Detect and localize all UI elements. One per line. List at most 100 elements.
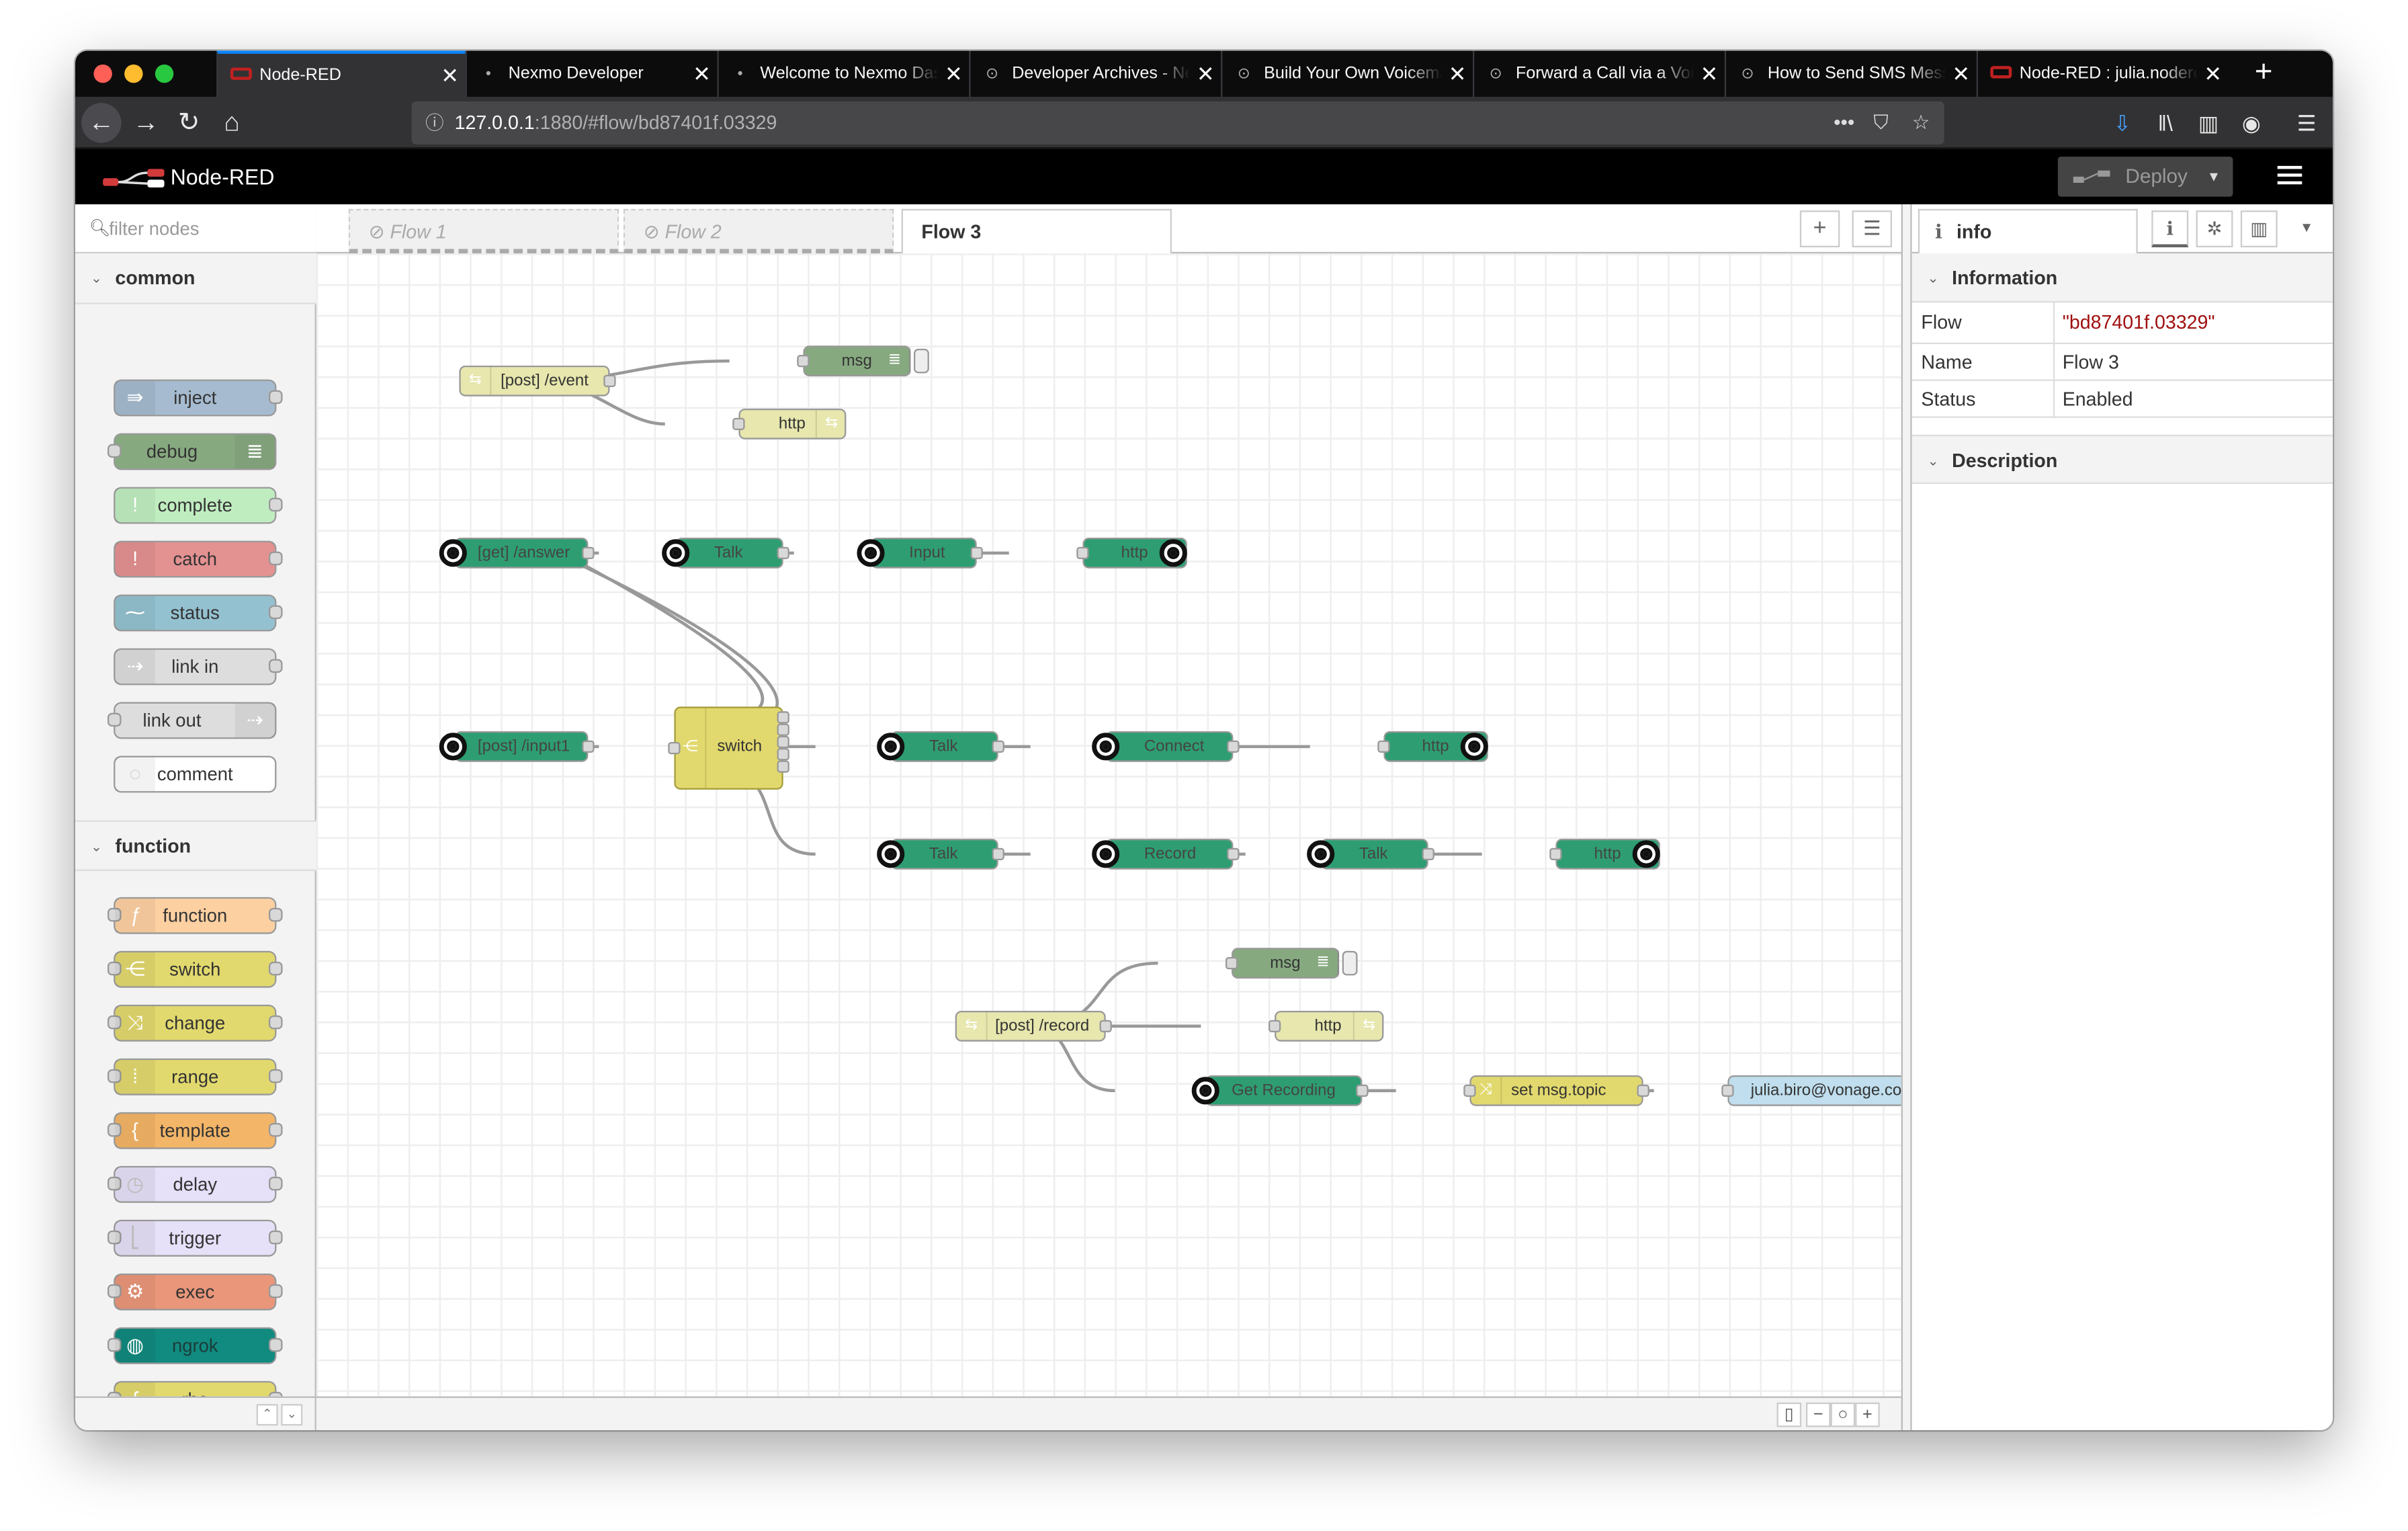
downloads-icon[interactable]: ⇩ bbox=[2106, 103, 2139, 142]
debug-bug-icon[interactable]: ✲ bbox=[2196, 210, 2233, 247]
close-window-button[interactable] bbox=[93, 64, 112, 83]
palette-node-ngrok[interactable]: ◍ ngrok bbox=[107, 1327, 283, 1364]
palette-node-debug[interactable]: debug ≣ bbox=[107, 433, 277, 470]
site-info-icon[interactable]: ⓘ bbox=[425, 101, 443, 144]
new-tab-button[interactable]: + bbox=[2241, 50, 2287, 97]
hamburger-menu-icon[interactable]: ☰ bbox=[2290, 103, 2323, 142]
deploy-button[interactable]: Deploy ▼ bbox=[2057, 157, 2233, 197]
browser-tab-node-red-julia[interactable]: Node-RED : julia.nodered ✕ bbox=[1976, 50, 2229, 97]
node-talk-1[interactable]: Talk bbox=[669, 537, 789, 569]
main-menu-icon[interactable] bbox=[2274, 161, 2305, 192]
shuffle-icon: ⤨ bbox=[115, 1006, 155, 1040]
browser-tab-developer-archives[interactable]: ⊙ Developer Archives - Nexmo ✕ bbox=[969, 50, 1221, 97]
node-talk-3[interactable]: Talk bbox=[884, 838, 1004, 870]
node-http-response-1[interactable]: http ⇆ bbox=[732, 408, 847, 440]
pocket-icon[interactable]: ⛉ bbox=[1874, 101, 1889, 144]
bookmark-star-icon[interactable]: ☆ bbox=[1912, 101, 1930, 144]
palette-node-link-out[interactable]: link out ⇢ bbox=[107, 702, 277, 739]
node-msg-debug-2[interactable]: msg ≣ bbox=[1225, 948, 1340, 979]
deploy-dropdown-icon[interactable]: ▼ bbox=[2207, 157, 2221, 196]
info-tab-button[interactable]: ℹ bbox=[2151, 210, 2189, 247]
palette-node-inject[interactable]: ⇛ inject bbox=[114, 379, 283, 417]
close-tab-icon[interactable]: ✕ bbox=[939, 60, 970, 87]
palette-node-change[interactable]: ⤨ change bbox=[107, 1004, 283, 1042]
node-post-input1[interactable]: [post] /input1 bbox=[454, 731, 595, 762]
node-get-recording[interactable]: Get Recording bbox=[1199, 1075, 1369, 1106]
palette-node-range[interactable]: ⁞ range bbox=[107, 1058, 283, 1095]
node-input[interactable]: Input bbox=[864, 537, 983, 569]
back-button[interactable]: ← bbox=[81, 103, 122, 143]
palette-category-function[interactable]: ⌄ function bbox=[75, 820, 316, 871]
tab-flow-2[interactable]: ⊘ Flow 2 bbox=[623, 208, 894, 254]
node-msg-debug-1[interactable]: msg ≣ bbox=[797, 345, 911, 376]
browser-tab-welcome-nexmo[interactable]: • Welcome to Nexmo Dashboard ✕ bbox=[717, 50, 969, 97]
filter-nodes-input[interactable]: 🔍︎ filter nodes bbox=[75, 204, 316, 254]
browser-tab-send-sms[interactable]: ⊙ How to Send SMS Messages ✕ bbox=[1724, 50, 1977, 97]
page-actions-icon[interactable]: ••• bbox=[1834, 101, 1854, 144]
palette-node-link-in[interactable]: ⇢ link in bbox=[114, 648, 283, 686]
zoom-out-button[interactable]: − bbox=[1805, 1402, 1831, 1427]
sidebar-toggle-icon[interactable]: ▥ bbox=[2192, 103, 2225, 142]
node-email[interactable]: julia.biro@vonage.com ✉ bbox=[1721, 1075, 1901, 1106]
close-tab-icon[interactable]: ✕ bbox=[1442, 60, 1473, 87]
zoom-in-button[interactable]: + bbox=[1855, 1402, 1880, 1427]
palette-node-catch[interactable]: ! catch bbox=[114, 540, 283, 578]
expand-all-button[interactable]: ⌄ bbox=[281, 1404, 303, 1426]
navigator-map-icon[interactable]: ▯ bbox=[1776, 1402, 1802, 1427]
palette-node-delay[interactable]: ◷ delay bbox=[107, 1165, 283, 1203]
tab-flow-1[interactable]: ⊘ Flow 1 bbox=[348, 208, 619, 254]
list-flows-button[interactable]: ☰ bbox=[1852, 210, 1892, 247]
zoom-reset-button[interactable]: ○ bbox=[1830, 1402, 1856, 1427]
browser-tab-node-red[interactable]: Node-RED ✕ bbox=[216, 50, 466, 97]
palette-node-trigger[interactable]: ⎣ trigger bbox=[107, 1219, 283, 1257]
tab-info[interactable]: ℹ info bbox=[1918, 208, 2138, 255]
description-section-header[interactable]: ⌄ Description bbox=[1911, 434, 2333, 484]
node-switch[interactable]: ⋲ switch bbox=[668, 706, 789, 790]
palette-node-function[interactable]: ƒ function bbox=[107, 897, 283, 934]
debug-toggle-button[interactable] bbox=[913, 348, 929, 374]
close-tab-icon[interactable]: ✕ bbox=[687, 60, 718, 87]
node-http-response-5[interactable]: http ⇆ bbox=[1268, 1010, 1384, 1042]
node-get-answer[interactable]: [get] /answer bbox=[454, 537, 595, 569]
flow-canvas[interactable]: ⇆ [post] /event msg ≣ http ⇆ [get] /answ… bbox=[316, 253, 1901, 1397]
node-post-record[interactable]: ⇆ [post] /record bbox=[955, 1010, 1112, 1042]
node-red-logo-icon bbox=[103, 169, 165, 188]
browser-tab-voicemail[interactable]: ⊙ Build Your Own Voicemail ✕ bbox=[1221, 50, 1473, 97]
node-set-msg-topic[interactable]: ⤨ set msg.topic bbox=[1463, 1075, 1649, 1106]
library-icon[interactable]: ‖\ bbox=[2149, 103, 2182, 142]
palette-node-exec[interactable]: ⚙ exec bbox=[107, 1273, 283, 1311]
add-flow-button[interactable]: + bbox=[1799, 210, 1840, 247]
account-icon[interactable]: ◉ bbox=[2235, 103, 2268, 142]
debug-toggle-button[interactable] bbox=[1342, 950, 1358, 976]
information-section-header[interactable]: ⌄ Information bbox=[1911, 253, 2333, 303]
close-tab-icon[interactable]: ✕ bbox=[435, 63, 466, 89]
node-talk-4[interactable]: Talk bbox=[1314, 838, 1434, 870]
palette-node-status[interactable]: ⁓ status bbox=[114, 594, 283, 632]
close-tab-icon[interactable]: ✕ bbox=[1190, 60, 1221, 87]
node-record[interactable]: Record bbox=[1099, 838, 1240, 870]
forward-button[interactable]: → bbox=[126, 103, 165, 142]
browser-tab-nexmo-developer[interactable]: • Nexmo Developer ✕ bbox=[465, 50, 718, 97]
home-button[interactable]: ⌂ bbox=[212, 103, 251, 142]
node-talk-2[interactable]: Talk bbox=[884, 731, 1004, 762]
url-bar[interactable]: ⓘ 127.0.0.1:1880/#flow/bd87401f.03329 ••… bbox=[411, 101, 1944, 144]
palette-node-complete[interactable]: ! complete bbox=[114, 487, 283, 524]
close-tab-icon[interactable]: ✕ bbox=[2198, 60, 2229, 87]
palette-node-switch[interactable]: ⋲ switch bbox=[107, 950, 283, 988]
dashboard-chart-icon[interactable]: ▥ bbox=[2240, 210, 2278, 247]
minimize-window-button[interactable] bbox=[124, 64, 143, 83]
close-tab-icon[interactable]: ✕ bbox=[1694, 60, 1725, 87]
palette-node-comment[interactable]: ◌ comment bbox=[114, 755, 277, 793]
zoom-window-button[interactable] bbox=[155, 64, 174, 83]
sidebar-splitter[interactable] bbox=[1901, 204, 1912, 1430]
sidebar-dropdown-icon[interactable]: ▼ bbox=[2288, 210, 2325, 247]
palette-category-common[interactable]: ⌄ common bbox=[75, 253, 316, 304]
node-post-event[interactable]: ⇆ [post] /event bbox=[459, 365, 616, 397]
palette-node-template[interactable]: { template bbox=[107, 1112, 283, 1149]
close-tab-icon[interactable]: ✕ bbox=[1946, 60, 1977, 87]
reload-button[interactable]: ↻ bbox=[169, 103, 208, 142]
node-connect[interactable]: Connect bbox=[1099, 731, 1240, 762]
collapse-all-button[interactable]: ⌃ bbox=[256, 1404, 278, 1426]
tab-flow-3[interactable]: Flow 3 bbox=[901, 208, 1172, 255]
browser-tab-forward-call[interactable]: ⊙ Forward a Call via a Voice ✕ bbox=[1472, 50, 1725, 97]
